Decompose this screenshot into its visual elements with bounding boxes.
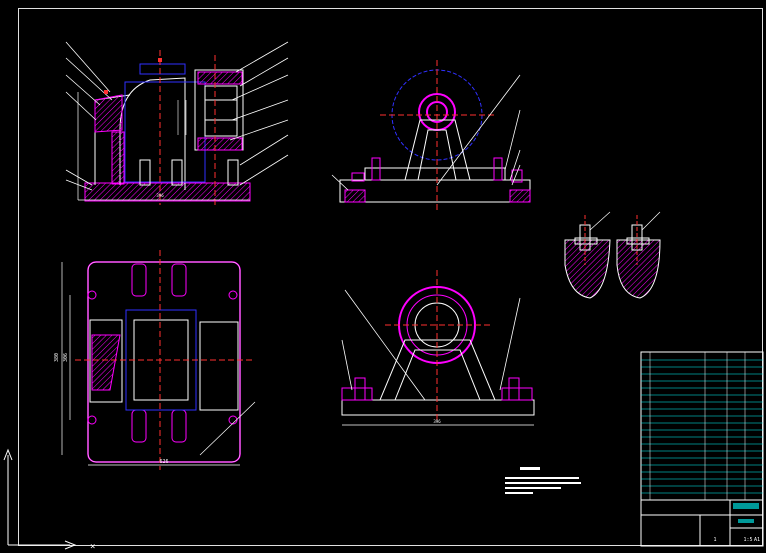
svg-text:×: × xyxy=(90,542,95,552)
dim-plan-width: 626 xyxy=(159,459,168,465)
dim-plan-height-2: 306 xyxy=(63,353,69,362)
front-elevation-bottom-middle: 396 xyxy=(341,270,535,426)
title-revision: A1 xyxy=(754,537,760,543)
section-view-top-left: 396 xyxy=(65,41,289,205)
ucs-icon: × xyxy=(3,448,95,552)
dim-base-width: 396 xyxy=(156,193,164,198)
detail-views-right xyxy=(564,211,661,299)
plan-view-bottom-left: 380 306 626 xyxy=(54,250,256,470)
dim-plan-height: 380 xyxy=(54,353,60,362)
cad-drawing-canvas[interactable]: 396 380 306 626 396 1:5 1 A1 × xyxy=(0,0,766,553)
technical-notes xyxy=(505,467,581,494)
title-scale: 1:5 xyxy=(743,537,752,543)
dim-elevation-width: 396 xyxy=(433,419,441,424)
side-view-top-middle xyxy=(331,60,531,210)
title-sheet: 1 xyxy=(713,537,716,543)
title-block: 1:5 1 A1 xyxy=(640,351,764,547)
